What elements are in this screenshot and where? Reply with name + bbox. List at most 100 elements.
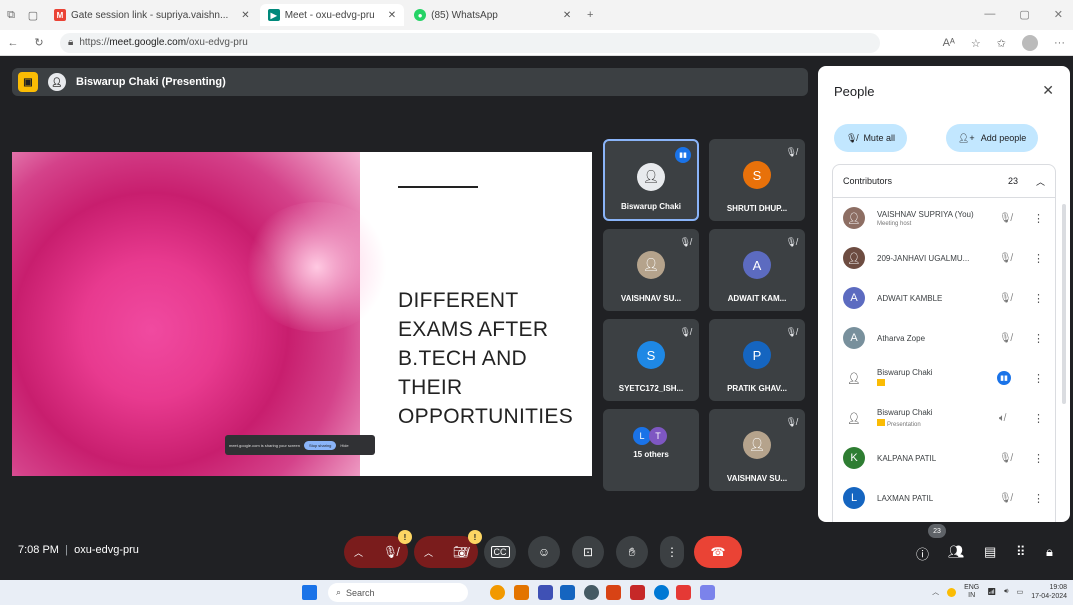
participant-tile[interactable]: 🎙︎̸ A ADWAIT KAM... <box>709 229 805 311</box>
camera-toggle-button[interactable]: ︿ 📷︎̸ ! <box>414 530 482 568</box>
audio-off-icon[interactable]: 🔈︎̸ <box>999 413 1005 424</box>
participant-tile[interactable]: ▮▮ 👤︎ Biswarup Chaki <box>603 139 699 221</box>
close-panel-icon[interactable]: ✕ <box>1042 82 1054 99</box>
minimize-icon[interactable]: — <box>984 8 995 21</box>
tab-label: Gate session link - supriya.vaishn... <box>71 9 229 21</box>
list-item[interactable]: A ADWAIT KAMBLE 🎙︎̸ ⋮ <box>833 278 1055 318</box>
presentation-icon[interactable]: ▣ <box>18 72 38 92</box>
more-options-icon[interactable]: ⋮ <box>1033 252 1044 265</box>
favorites-icon[interactable]: ✩ <box>997 37 1006 50</box>
taskbar-app-icon[interactable] <box>514 585 529 600</box>
mic-toggle-button[interactable]: ︿ 🎙︎̸ ! <box>344 530 412 568</box>
people-icon[interactable]: 👥︎ <box>948 544 965 560</box>
mic-off-icon[interactable]: 🎙︎̸ <box>999 293 1012 304</box>
favorite-star-icon[interactable]: ☆ <box>971 37 981 50</box>
back-icon[interactable]: ← <box>0 37 26 49</box>
language-indicator[interactable]: ENG IN <box>964 584 979 600</box>
taskbar-app-icon[interactable] <box>676 585 691 600</box>
participant-name: SHRUTI DHUP... <box>726 204 788 213</box>
more-options-button[interactable]: ⋮ <box>660 536 684 568</box>
reload-icon[interactable]: ↻ <box>26 36 52 49</box>
shared-slide: DIFFERENT EXAMS AFTER B.TECH AND THEIR O… <box>12 152 592 476</box>
present-button[interactable]: ⊡ <box>572 536 604 568</box>
close-tab-icon[interactable]: ✕ <box>241 10 249 21</box>
participant-tile[interactable]: 🎙︎̸ S SYETC172_ISH... <box>603 319 699 401</box>
contributors-header[interactable]: Contributors 23 ︿ <box>832 164 1056 198</box>
taskbar-clock[interactable]: 19:08 17-04-2024 <box>1031 583 1067 601</box>
mic-off-icon[interactable]: 🎙︎̸ <box>999 253 1012 264</box>
more-options-icon[interactable]: ⋮ <box>1033 212 1044 225</box>
raise-hand-button[interactable]: ✋︎ <box>616 536 648 568</box>
stop-sharing-button[interactable]: Stop sharing <box>303 440 337 450</box>
browser-tab-whatsapp[interactable]: ● (85) WhatsApp ✕ <box>406 4 579 26</box>
new-tab-icon[interactable]: + <box>579 9 601 21</box>
more-options-icon[interactable]: ⋮ <box>1033 332 1044 345</box>
tray-app-icon[interactable] <box>947 587 957 597</box>
more-options-icon[interactable]: ⋮ <box>1033 292 1044 305</box>
participant-tile[interactable]: 🎙︎̸ 👤︎ VAISHNAV SU... <box>603 229 699 311</box>
mic-off-icon[interactable]: 🎙︎̸ <box>999 333 1012 344</box>
host-controls-icon[interactable]: 🔒︎ <box>1046 544 1053 560</box>
chevron-up-icon[interactable]: ︿ <box>354 546 363 559</box>
presenter-avatar: 👤︎ <box>48 73 66 91</box>
meeting-details-icon[interactable]: ⓘ <box>916 544 929 563</box>
taskbar-app-icon[interactable] <box>490 585 505 600</box>
list-item[interactable]: 👤︎ 209-JANHAVI UGALMU... 🎙︎̸ ⋮ <box>833 238 1055 278</box>
more-options-icon[interactable]: ⋮ <box>1033 452 1044 465</box>
more-options-icon[interactable]: ⋮ <box>1033 492 1044 505</box>
chevron-up-icon[interactable]: ︿ <box>1036 175 1045 188</box>
contributors-count: 23 <box>1007 176 1018 186</box>
close-tab-icon[interactable]: ✕ <box>388 10 396 21</box>
list-item[interactable]: 👤︎ Biswarup Chaki ▮▮ ⋮ <box>833 358 1055 398</box>
taskbar-app-icon[interactable] <box>654 585 669 600</box>
participant-tile[interactable]: 🎙︎̸ S SHRUTI DHUP... <box>709 139 805 221</box>
browser-tab-meet[interactable]: ▶ Meet - oxu-edvg-pru ✕ <box>259 4 405 26</box>
read-aloud-icon[interactable]: Aᴬ <box>943 37 955 49</box>
maximize-icon[interactable]: ▢ <box>1019 8 1029 21</box>
chat-icon[interactable]: ▤ <box>984 544 996 560</box>
battery-icon[interactable]: ▭ <box>1017 588 1024 596</box>
more-menu-icon[interactable]: ··· <box>1054 37 1065 49</box>
captions-button[interactable]: CC <box>484 536 516 568</box>
profile-avatar[interactable] <box>1022 35 1038 51</box>
chevron-up-icon[interactable]: ︿ <box>424 546 433 559</box>
participant-tile[interactable]: 🎙︎̸ P PRATIK GHAV... <box>709 319 805 401</box>
mic-off-icon[interactable]: 🎙︎̸ <box>999 213 1012 224</box>
close-tab-icon[interactable]: ✕ <box>563 10 571 21</box>
taskbar-app-icon[interactable] <box>630 585 645 600</box>
windows-start-icon[interactable] <box>302 585 317 600</box>
people-scrollbar[interactable] <box>1062 204 1066 404</box>
participant-name: Biswarup Chaki <box>877 408 933 417</box>
list-item[interactable]: K KALPANA PATIL 🎙︎̸ ⋮ <box>833 438 1055 478</box>
more-options-icon[interactable]: ⋮ <box>1033 372 1044 385</box>
taskbar-app-icon[interactable] <box>560 585 575 600</box>
hide-button[interactable]: Hide <box>340 443 348 448</box>
url-field[interactable]: 🔒︎ https://meet.google.com/oxu-edvg-pru <box>60 32 880 53</box>
tab-actions-icon[interactable]: ▢ <box>22 9 44 22</box>
more-options-icon[interactable]: ⋮ <box>1033 412 1044 425</box>
taskbar-app-icon[interactable] <box>700 585 715 600</box>
mic-off-icon[interactable]: 🎙︎̸ <box>999 453 1012 464</box>
activities-icon[interactable]: ⠿ <box>1016 544 1026 560</box>
leave-call-button[interactable]: ☎︎ <box>694 536 742 568</box>
workspaces-icon[interactable]: ⧉ <box>0 9 22 22</box>
mic-off-icon[interactable]: 🎙︎̸ <box>999 493 1012 504</box>
list-item[interactable]: 👤︎ VAISHNAV SUPRIYA (You) Meeting host 🎙… <box>833 198 1055 238</box>
wifi-icon[interactable]: 📶︎ <box>987 588 996 596</box>
taskbar-app-icon[interactable] <box>538 585 553 600</box>
taskbar-app-icon[interactable] <box>584 585 599 600</box>
taskbar-app-icon[interactable] <box>606 585 621 600</box>
browser-tab-gmail[interactable]: M Gate session link - supriya.vaishn... … <box>46 4 258 26</box>
participant-tile[interactable]: 🎙︎̸ 👤︎ VAISHNAV SU... <box>709 409 805 491</box>
volume-icon[interactable]: 🔊︎ <box>1004 588 1008 596</box>
add-people-button[interactable]: 👤︎+ Add people <box>946 124 1039 152</box>
list-item[interactable]: 👤︎ Biswarup Chaki Presentation 🔈︎̸ ⋮ <box>833 398 1055 438</box>
others-tile[interactable]: L T 15 others <box>603 409 699 491</box>
list-item[interactable]: A Atharva Zope 🎙︎̸ ⋮ <box>833 318 1055 358</box>
close-window-icon[interactable]: ✕ <box>1054 8 1063 21</box>
reactions-button[interactable]: ☺ <box>528 536 560 568</box>
mute-all-button[interactable]: 🎙︎̸ Mute all <box>834 124 907 152</box>
list-item[interactable]: L LAXMAN PATIL 🎙︎̸ ⋮ <box>833 478 1055 518</box>
taskbar-search[interactable]: ⌕ Search <box>328 583 468 602</box>
tray-chevron-icon[interactable]: ︿ <box>932 587 939 597</box>
